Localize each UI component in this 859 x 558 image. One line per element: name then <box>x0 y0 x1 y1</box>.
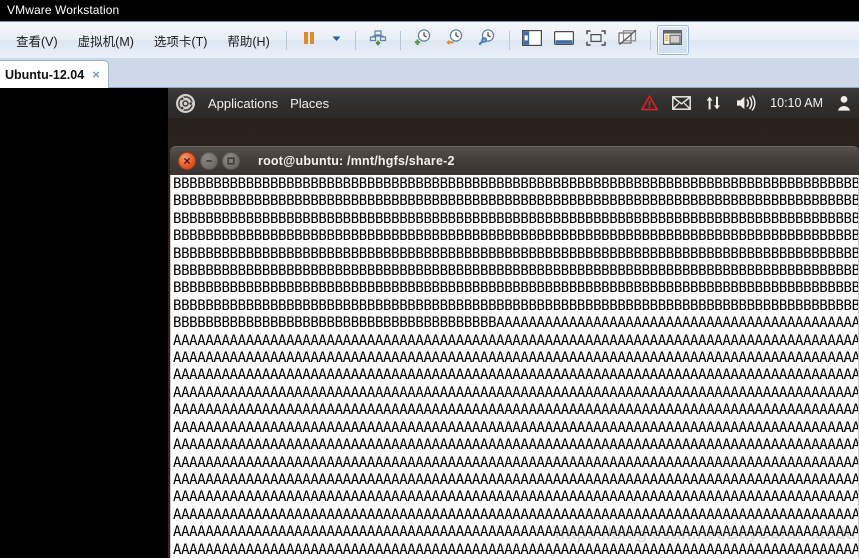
suspend-button[interactable] <box>293 25 325 55</box>
clock-plus-icon <box>413 28 432 52</box>
terminal-line: BBBBBBBBBBBBBBBBBBBBBBBBBBBBBBBBBBBBBBBB… <box>173 210 859 227</box>
take-snapshot-button[interactable] <box>407 25 439 55</box>
clock-wrench-icon <box>477 28 496 52</box>
terminal-line: BBBBBBBBBBBBBBBBBBBBBBBBBBBBBBBBBBBBBBBB… <box>173 315 859 332</box>
toolbar-divider <box>508 30 510 50</box>
menu-tabs[interactable]: 选项卡(T) <box>144 28 217 53</box>
terminal-line: AAAAAAAAAAAAAAAAAAAAAAAAAAAAAAAAAAAAAAAA… <box>173 524 859 541</box>
console-view-icon <box>663 30 683 50</box>
envelope-icon[interactable] <box>672 96 692 110</box>
terminal-line: BBBBBBBBBBBBBBBBBBBBBBBBBBBBBBBBBBBBBBBB… <box>173 297 859 314</box>
terminal-line: AAAAAAAAAAAAAAAAAAAAAAAAAAAAAAAAAAAAAAAA… <box>173 350 859 367</box>
volume-icon[interactable] <box>736 95 756 111</box>
window-minimize-button[interactable] <box>200 152 218 170</box>
unity-icon <box>618 29 638 51</box>
terminal-line: BBBBBBBBBBBBBBBBBBBBBBBBBBBBBBBBBBBBBBBB… <box>173 263 859 280</box>
terminal-line: BBBBBBBBBBBBBBBBBBBBBBBBBBBBBBBBBBBBBBBB… <box>173 176 859 192</box>
tab-label: Ubuntu-12.04 <box>5 67 85 82</box>
show-library-button[interactable] <box>516 25 548 55</box>
menubar: 查看(V) 虚拟机(M) 选项卡(T) 帮助(H) <box>0 22 280 58</box>
menu-toolbar-strip: 查看(V) 虚拟机(M) 选项卡(T) 帮助(H) <box>0 21 859 58</box>
power-dropdown-button[interactable] <box>325 25 349 55</box>
terminal-line: AAAAAAAAAAAAAAAAAAAAAAAAAAAAAAAAAAAAAAAA… <box>173 332 859 349</box>
terminal-line: BBBBBBBBBBBBBBBBBBBBBBBBBBBBBBBBBBBBBBBB… <box>173 228 859 245</box>
terminal-line: AAAAAAAAAAAAAAAAAAAAAAAAAAAAAAAAAAAAAAAA… <box>173 402 859 419</box>
terminal-line: AAAAAAAAAAAAAAAAAAAAAAAAAAAAAAAAAAAAAAAA… <box>173 454 859 471</box>
fullscreen-icon <box>586 29 606 51</box>
terminal-title: root@ubuntu: /mnt/hgfs/share-2 <box>258 154 455 168</box>
terminal-line: AAAAAAAAAAAAAAAAAAAAAAAAAAAAAAAAAAAAAAAA… <box>173 384 859 401</box>
menu-view[interactable]: 查看(V) <box>6 28 68 53</box>
chevron-down-icon <box>331 31 342 49</box>
network-updown-icon[interactable] <box>705 95 722 111</box>
terminal-window[interactable]: root@ubuntu: /mnt/hgfs/share-2 BBBBBBBBB… <box>170 146 859 558</box>
gnome-menu-applications[interactable]: Applications <box>208 96 278 111</box>
tab-ubuntu-12-04[interactable]: Ubuntu-12.04 × <box>0 60 109 88</box>
pause-icon <box>301 30 317 51</box>
keyboard-send-icon <box>369 29 387 52</box>
terminal-line: BBBBBBBBBBBBBBBBBBBBBBBBBBBBBBBBBBBBBBBB… <box>173 245 859 262</box>
terminal-line: BBBBBBBBBBBBBBBBBBBBBBBBBBBBBBBBBBBBBBBB… <box>173 193 859 210</box>
window-close-button[interactable] <box>178 152 196 170</box>
minimize-icon <box>206 160 212 162</box>
enter-fullscreen-button[interactable] <box>580 25 612 55</box>
user-icon[interactable] <box>837 95 851 111</box>
terminal-line: AAAAAAAAAAAAAAAAAAAAAAAAAAAAAAAAAAAAAAAA… <box>173 437 859 454</box>
close-icon <box>183 157 191 165</box>
warning-triangle-icon[interactable] <box>641 95 659 111</box>
gnome-clock[interactable]: 10:10 AM <box>770 96 823 110</box>
guest-desktop: Applications Places 10:10 AM root@ubuntu… <box>168 88 859 558</box>
menu-vm[interactable]: 虚拟机(M) <box>68 28 144 53</box>
tabstrip: Ubuntu-12.04 × <box>0 58 859 88</box>
clock-back-icon <box>445 28 464 52</box>
thumbnail-bar-icon <box>553 30 574 51</box>
vmware-workstation-window: VMware Workstation 查看(V) 虚拟机(M) 选项卡(T) 帮… <box>0 0 859 558</box>
window-title: VMware Workstation <box>7 3 120 17</box>
gnome-top-panel: Applications Places 10:10 AM <box>168 88 859 118</box>
terminal-titlebar[interactable]: root@ubuntu: /mnt/hgfs/share-2 <box>170 146 859 175</box>
toolbar-divider <box>399 30 401 50</box>
revert-snapshot-button[interactable] <box>439 25 471 55</box>
terminal-line: AAAAAAAAAAAAAAAAAAAAAAAAAAAAAAAAAAAAAAAA… <box>173 419 859 436</box>
sidebar-icon <box>521 29 542 51</box>
menu-help[interactable]: 帮助(H) <box>217 28 279 53</box>
toolbar-divider <box>285 30 287 50</box>
toolbar-divider <box>649 30 651 50</box>
toolbar-divider <box>354 30 356 50</box>
terminal-line: AAAAAAAAAAAAAAAAAAAAAAAAAAAAAAAAAAAAAAAA… <box>173 541 859 558</box>
terminal-line: AAAAAAAAAAAAAAAAAAAAAAAAAAAAAAAAAAAAAAAA… <box>173 471 859 488</box>
send-ctrl-alt-del-button[interactable] <box>362 25 394 55</box>
vm-console-screen[interactable]: Applications Places 10:10 AM root@ubuntu… <box>0 88 859 558</box>
show-thumbnail-bar-button[interactable] <box>548 25 580 55</box>
maximize-icon <box>227 157 235 165</box>
terminal-line: BBBBBBBBBBBBBBBBBBBBBBBBBBBBBBBBBBBBBBBB… <box>173 280 859 297</box>
close-icon[interactable]: × <box>92 68 100 81</box>
terminal-line: AAAAAAAAAAAAAAAAAAAAAAAAAAAAAAAAAAAAAAAA… <box>173 489 859 506</box>
terminal-line: AAAAAAAAAAAAAAAAAAAAAAAAAAAAAAAAAAAAAAAA… <box>173 506 859 523</box>
gnome-menu-places[interactable]: Places <box>290 96 329 111</box>
terminal-output[interactable]: BBBBBBBBBBBBBBBBBBBBBBBBBBBBBBBBBBBBBBBB… <box>170 175 859 558</box>
window-titlebar: VMware Workstation <box>0 0 859 21</box>
unity-mode-button[interactable] <box>612 25 644 55</box>
gnome-system-tray: 10:10 AM <box>641 95 853 111</box>
terminal-line: AAAAAAAAAAAAAAAAAAAAAAAAAAAAAAAAAAAAAAAA… <box>173 367 859 384</box>
manage-snapshots-button[interactable] <box>471 25 503 55</box>
ubuntu-logo-icon[interactable] <box>176 93 195 113</box>
window-maximize-button[interactable] <box>222 152 240 170</box>
console-view-button[interactable] <box>656 25 689 55</box>
